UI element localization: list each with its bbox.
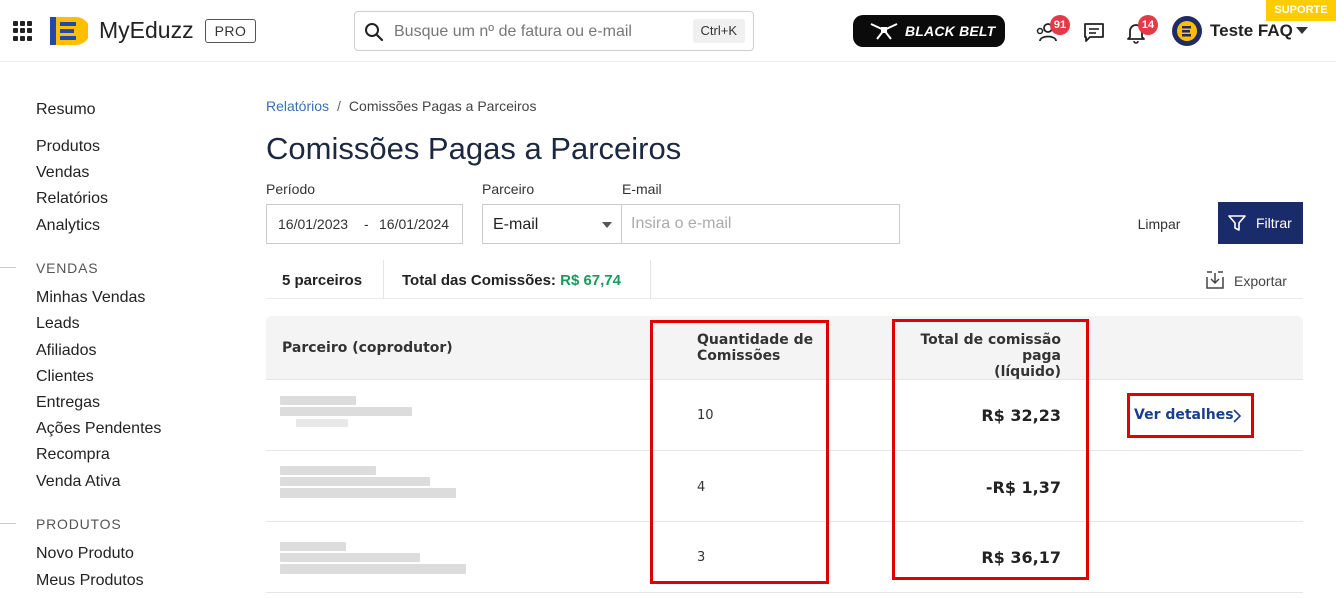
column-header-total-line2: (líquido) xyxy=(994,364,1061,380)
total-cell: R$ 36,17 xyxy=(981,548,1061,567)
quantity-cell: 3 xyxy=(697,550,706,565)
user-avatar[interactable] xyxy=(1172,16,1202,46)
partner-name-redacted xyxy=(280,395,458,433)
filter-button-label: Filtrar xyxy=(1256,215,1292,231)
total-value: R$ 67,74 xyxy=(560,272,621,289)
search-box: Ctrl+K xyxy=(354,11,754,51)
pro-badge: PRO xyxy=(205,19,256,43)
table-row: 4 -R$ 1,37 xyxy=(266,451,1303,522)
total-cell: R$ 32,23 xyxy=(981,406,1061,425)
total-label: Total das Comissões: xyxy=(402,272,556,289)
partner-label: Parceiro xyxy=(482,181,535,197)
view-details-link[interactable]: Ver detalhes xyxy=(1134,407,1242,423)
chevron-down-icon xyxy=(602,222,612,228)
summary-divider xyxy=(650,260,651,299)
summary-bar: 5 parceiros Total das Comissões: R$ 67,7… xyxy=(266,260,1303,299)
column-header-partner: Parceiro (coprodutor) xyxy=(282,340,453,356)
sidebar-item-leads[interactable]: Leads xyxy=(36,315,80,333)
sidebar-item-recompra[interactable]: Recompra xyxy=(36,446,110,464)
sidebar-item-clientes[interactable]: Clientes xyxy=(36,368,94,386)
chevron-right-icon xyxy=(1233,409,1242,423)
sidebar-item-minhas-vendas[interactable]: Minhas Vendas xyxy=(36,289,145,307)
breadcrumb-current: Comissões Pagas a Parceiros xyxy=(348,98,537,114)
commissions-total: Total das Comissões: R$ 67,74 xyxy=(402,272,621,289)
table-row: 10 R$ 32,23 Ver detalhes xyxy=(266,380,1303,451)
date-end: 16/01/2024 xyxy=(379,216,450,232)
period-label: Período xyxy=(266,181,316,197)
sidebar-divider xyxy=(0,523,16,524)
sidebar-item-meus-produtos[interactable]: Meus Produtos xyxy=(36,572,144,590)
quantity-cell: 4 xyxy=(697,480,706,495)
total-cell: -R$ 1,37 xyxy=(985,478,1061,497)
table-row: 3 R$ 36,17 xyxy=(266,522,1303,593)
clear-button[interactable]: Limpar xyxy=(1124,204,1194,244)
quantity-cell: 10 xyxy=(697,408,714,423)
email-field[interactable] xyxy=(621,204,900,244)
column-header-quantity-line1: Quantidade de xyxy=(697,332,814,348)
sidebar-item-vendas[interactable]: Vendas xyxy=(36,164,89,182)
column-header-quantity-line2: Comissões xyxy=(697,348,781,364)
column-header-quantity: Quantidade de Comissões xyxy=(697,332,813,364)
black-belt-button[interactable]: BLACK BELT xyxy=(853,15,1005,47)
summary-divider xyxy=(383,260,384,299)
breadcrumb-separator: / xyxy=(337,98,341,114)
top-bar: MyEduzz PRO Ctrl+K BLACK BELT 91 14 xyxy=(0,0,1336,62)
sidebar-section-produtos: PRODUTOS xyxy=(36,516,122,532)
partner-filter-select[interactable]: E-mail xyxy=(482,204,622,244)
date-separator: - xyxy=(364,216,369,232)
eduzz-logo[interactable] xyxy=(50,13,88,49)
filter-icon xyxy=(1228,215,1246,231)
sidebar-item-analytics[interactable]: Analytics xyxy=(36,217,100,235)
sidebar-item-produtos[interactable]: Produtos xyxy=(36,138,100,156)
belt-icon xyxy=(870,23,898,40)
column-header-total-line1: Total de comissão paga xyxy=(920,332,1061,364)
export-label: Exportar xyxy=(1234,273,1287,289)
partner-name-redacted xyxy=(280,466,458,504)
sidebar-divider xyxy=(0,267,16,268)
sidebar-item-novo-produto[interactable]: Novo Produto xyxy=(36,545,134,563)
date-start: 16/01/2023 xyxy=(278,216,349,232)
apps-grid-icon[interactable] xyxy=(13,21,33,41)
download-icon xyxy=(1206,271,1224,289)
chat-icon[interactable] xyxy=(1082,20,1106,44)
page-title: Comissões Pagas a Parceiros xyxy=(266,131,682,166)
breadcrumb-link-relatorios[interactable]: Relatórios xyxy=(266,98,329,114)
sidebar-section-vendas: VENDAS xyxy=(36,260,99,276)
sidebar: Resumo Produtos Vendas Relatórios Analyt… xyxy=(0,62,240,599)
sidebar-item-relatorios[interactable]: Relatórios xyxy=(36,190,108,208)
black-belt-label: BLACK BELT xyxy=(905,23,996,39)
column-header-total: Total de comissão paga (líquido) xyxy=(899,332,1061,380)
breadcrumb: Relatórios / Comissões Pagas a Parceiros xyxy=(266,98,536,114)
shortcut-hint: Ctrl+K xyxy=(692,19,745,43)
sidebar-item-afiliados[interactable]: Afiliados xyxy=(36,342,96,360)
brand-name: MyEduzz xyxy=(99,17,194,43)
search-input[interactable] xyxy=(394,20,684,44)
chevron-down-icon[interactable] xyxy=(1296,27,1308,34)
sidebar-item-entregas[interactable]: Entregas xyxy=(36,394,100,412)
user-name[interactable]: Teste FAQ xyxy=(1210,21,1293,41)
email-label: E-mail xyxy=(622,181,662,197)
search-icon xyxy=(365,23,384,42)
support-tab[interactable]: SUPORTE xyxy=(1266,0,1336,21)
partner-name-redacted xyxy=(280,537,466,575)
view-details-label: Ver detalhes xyxy=(1134,407,1234,423)
sidebar-item-venda-ativa[interactable]: Venda Ativa xyxy=(36,473,121,491)
sidebar-item-acoes-pendentes[interactable]: Ações Pendentes xyxy=(36,420,161,438)
table-header: Parceiro (coprodutor) Quantidade de Comi… xyxy=(266,316,1303,380)
partner-select-value: E-mail xyxy=(493,216,539,233)
notifications-badge: 14 xyxy=(1138,15,1158,35)
community-badge: 91 xyxy=(1050,15,1070,35)
date-range-picker[interactable]: 16/01/2023 - 16/01/2024 xyxy=(266,204,463,244)
sidebar-item-resumo[interactable]: Resumo xyxy=(36,101,96,119)
filter-button[interactable]: Filtrar xyxy=(1218,202,1303,244)
partners-count: 5 parceiros xyxy=(282,272,363,289)
